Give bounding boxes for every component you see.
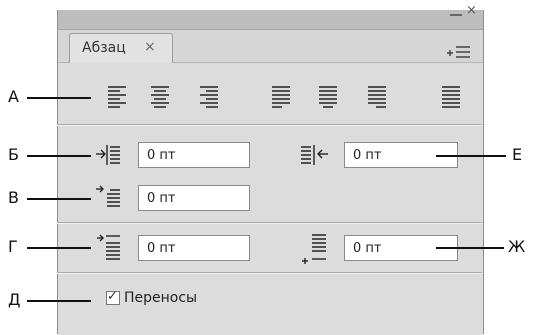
callout-d: Д <box>8 290 21 309</box>
minimize-icon[interactable] <box>450 14 462 16</box>
callout-leader <box>27 247 91 249</box>
callout-e: Е <box>512 145 523 164</box>
callout-leader <box>436 155 506 157</box>
separator <box>57 124 482 126</box>
align-center-icon[interactable] <box>150 84 172 108</box>
separator <box>57 222 482 224</box>
tab-label: Абзац <box>82 40 126 56</box>
callout-leader <box>27 97 91 99</box>
right-indent-icon <box>301 145 328 165</box>
space-after-icon <box>302 234 326 264</box>
space-before-field[interactable]: 0 пт <box>138 235 250 261</box>
left-indent-icon <box>96 145 120 165</box>
panel-menu-icon[interactable] <box>446 44 472 62</box>
left-indent-field[interactable]: 0 пт <box>138 142 250 168</box>
align-left-icon[interactable] <box>107 84 129 108</box>
callout-leader <box>27 198 91 200</box>
hyphenate-label: Переносы <box>124 290 198 306</box>
separator <box>57 272 482 274</box>
callout-leader <box>27 300 91 302</box>
space-before-icon <box>97 234 120 260</box>
tab-paragraph[interactable]: Абзац × <box>69 33 173 63</box>
window-close-icon[interactable]: × <box>466 4 477 18</box>
callout-leader <box>27 155 91 157</box>
justify-last-center-icon[interactable] <box>318 84 340 108</box>
justify-last-left-icon[interactable] <box>271 84 293 108</box>
callout-g: Г <box>8 237 18 256</box>
first-line-indent-icon <box>96 185 120 207</box>
callout-b: Б <box>8 145 19 164</box>
check-icon: ✓ <box>107 289 118 304</box>
justify-all-icon[interactable] <box>441 84 463 108</box>
first-line-indent-field[interactable]: 0 пт <box>138 185 250 211</box>
justify-last-right-icon[interactable] <box>367 84 389 108</box>
align-right-icon[interactable] <box>199 84 221 108</box>
panel-title-bar[interactable] <box>58 10 483 30</box>
callout-a: А <box>8 87 19 106</box>
callout-v: В <box>8 188 19 207</box>
hyphenate-checkbox[interactable]: ✓ <box>106 289 120 305</box>
tab-close-icon[interactable]: × <box>144 39 156 55</box>
callout-zh: Ж <box>508 237 526 256</box>
callout-leader <box>436 247 504 249</box>
